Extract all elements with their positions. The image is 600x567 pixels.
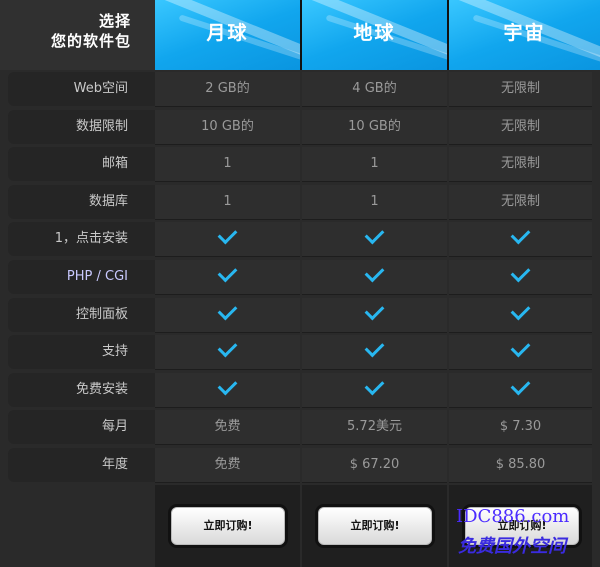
plan-header-moon: 月球 bbox=[155, 0, 302, 70]
feature-row: 免费安装 bbox=[0, 373, 600, 409]
feature-included-cell bbox=[449, 222, 592, 257]
plan-header-universe: 宇宙 bbox=[449, 0, 600, 70]
feature-label: 每月 bbox=[8, 410, 155, 444]
feature-included-cell bbox=[155, 222, 300, 257]
checkmark-icon bbox=[217, 224, 238, 245]
feature-included-cell bbox=[302, 298, 447, 333]
feature-label: 支持 bbox=[8, 335, 155, 369]
feature-label: 1，点击安装 bbox=[8, 222, 155, 256]
feature-value: $ 7.30 bbox=[449, 410, 592, 445]
plan-name-universe: 宇宙 bbox=[503, 22, 546, 44]
feature-label: 数据库 bbox=[8, 185, 155, 219]
checkmark-icon bbox=[217, 337, 238, 358]
checkmark-icon bbox=[364, 375, 385, 396]
feature-included-cell bbox=[449, 373, 592, 408]
feature-included-cell bbox=[449, 335, 592, 370]
checkmark-icon bbox=[364, 337, 385, 358]
choose-package-header: 选择 您的软件包 bbox=[0, 0, 155, 70]
feature-value: 1 bbox=[155, 185, 300, 220]
order-button-earth[interactable]: 立即订购! bbox=[318, 507, 432, 545]
checkmark-icon bbox=[217, 262, 238, 283]
watermark-domain: IDC886.com bbox=[456, 506, 570, 527]
feature-value: 免费 bbox=[155, 448, 300, 483]
feature-included-cell bbox=[302, 222, 447, 257]
feature-value: 10 GB的 bbox=[302, 110, 447, 145]
feature-value: $ 67.20 bbox=[302, 448, 447, 483]
feature-value: 2 GB的 bbox=[155, 72, 300, 107]
feature-value: 无限制 bbox=[449, 72, 592, 107]
choose-line-1: 选择 bbox=[98, 12, 131, 30]
feature-included-cell bbox=[155, 298, 300, 333]
order-button-moon[interactable]: 立即订购! bbox=[171, 507, 285, 545]
bottom-spacer bbox=[8, 485, 155, 567]
order-cell-moon: 立即订购! bbox=[155, 485, 300, 567]
feature-row: 每月 免费 5.72美元 $ 7.30 bbox=[0, 410, 600, 446]
order-cell-earth: 立即订购! bbox=[302, 485, 447, 567]
feature-value: 1 bbox=[302, 147, 447, 182]
feature-row: Web空间 2 GB的 4 GB的 无限制 bbox=[0, 72, 600, 108]
checkmark-icon bbox=[364, 262, 385, 283]
feature-included-cell bbox=[155, 373, 300, 408]
plan-name-moon: 月球 bbox=[206, 22, 249, 44]
feature-included-cell bbox=[302, 260, 447, 295]
checkmark-icon bbox=[217, 300, 238, 321]
feature-label: 邮箱 bbox=[8, 147, 155, 181]
choose-line-2: 您的软件包 bbox=[50, 32, 131, 50]
feature-value: 无限制 bbox=[449, 110, 592, 145]
checkmark-icon bbox=[510, 300, 531, 321]
feature-label: 数据限制 bbox=[8, 110, 155, 144]
watermark-slogan: 免费国外空间 bbox=[458, 536, 566, 557]
checkmark-icon bbox=[510, 375, 531, 396]
checkmark-icon bbox=[510, 262, 531, 283]
feature-included-cell bbox=[449, 298, 592, 333]
feature-row: PHP / CGI bbox=[0, 260, 600, 296]
feature-included-cell bbox=[155, 335, 300, 370]
feature-value: 5.72美元 bbox=[302, 410, 447, 445]
feature-value: 1 bbox=[302, 185, 447, 220]
checkmark-icon bbox=[510, 224, 531, 245]
feature-row: 1，点击安装 bbox=[0, 222, 600, 258]
plan-header-earth: 地球 bbox=[302, 0, 449, 70]
feature-included-cell bbox=[302, 373, 447, 408]
feature-label: 控制面板 bbox=[8, 298, 155, 332]
checkmark-icon bbox=[364, 224, 385, 245]
feature-label: 年度 bbox=[8, 448, 155, 482]
feature-value: 10 GB的 bbox=[155, 110, 300, 145]
feature-included-cell bbox=[449, 260, 592, 295]
feature-row: 控制面板 bbox=[0, 298, 600, 334]
feature-row: 邮箱 1 1 无限制 bbox=[0, 147, 600, 183]
checkmark-icon bbox=[217, 375, 238, 396]
checkmark-icon bbox=[510, 337, 531, 358]
feature-row: 支持 bbox=[0, 335, 600, 371]
feature-label: 免费安装 bbox=[8, 373, 155, 407]
feature-value: $ 85.80 bbox=[449, 448, 592, 483]
checkmark-icon bbox=[364, 300, 385, 321]
feature-value: 4 GB的 bbox=[302, 72, 447, 107]
plan-name-earth: 地球 bbox=[353, 22, 396, 44]
feature-row: 年度 免费 $ 67.20 $ 85.80 bbox=[0, 448, 600, 484]
feature-included-cell bbox=[155, 260, 300, 295]
feature-value: 无限制 bbox=[449, 147, 592, 182]
feature-row: 数据限制 10 GB的 10 GB的 无限制 bbox=[0, 110, 600, 146]
feature-value: 1 bbox=[155, 147, 300, 182]
pricing-table: 选择 您的软件包 月球 地球 宇宙 Web空间 2 GB的 4 GB的 无限制 数据限制… bbox=[0, 0, 600, 567]
feature-value: 免费 bbox=[155, 410, 300, 445]
feature-label: Web空间 bbox=[8, 72, 155, 106]
feature-value: 无限制 bbox=[449, 185, 592, 220]
feature-row: 数据库 1 1 无限制 bbox=[0, 185, 600, 221]
feature-included-cell bbox=[302, 335, 447, 370]
feature-label: PHP / CGI bbox=[8, 260, 155, 294]
